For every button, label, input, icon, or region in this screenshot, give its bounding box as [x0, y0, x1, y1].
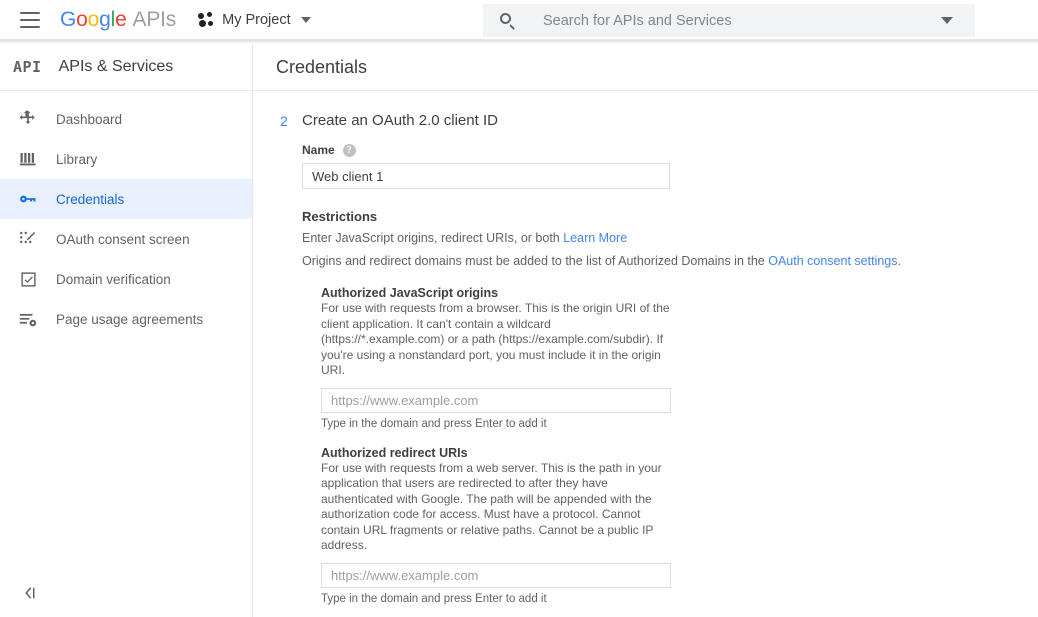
sidebar-item-domain-verification[interactable]: Domain verification [0, 259, 252, 299]
name-input[interactable] [302, 163, 670, 189]
sidebar-item-label: Domain verification [56, 271, 171, 287]
project-selector[interactable]: My Project [194, 5, 315, 35]
authorized-redirect-uris-section: Authorized redirect URIs For use with re… [321, 446, 922, 605]
name-field-label: Name ? [302, 143, 922, 157]
hamburger-bar [20, 25, 40, 28]
page-header: Credentials [254, 44, 1038, 91]
main-content: Credentials 2 Create an OAuth 2.0 client… [254, 44, 1038, 617]
sidebar-item-page-usage-agreements[interactable]: Page usage agreements [0, 299, 252, 339]
logo-letter-g: G [60, 7, 77, 31]
collapse-sidebar-icon[interactable] [14, 577, 46, 609]
top-bar: Google APIs My Project [0, 0, 1038, 40]
project-dots-icon [198, 12, 215, 27]
step-number: 2 [280, 113, 288, 129]
restrictions-line-2-period: . [897, 254, 901, 268]
restrictions-line-2: Origins and redirect domains must be add… [302, 253, 922, 270]
step-row: 2 Create an OAuth 2.0 client ID Name ? R… [280, 111, 1038, 617]
key-icon [17, 188, 39, 210]
js-origins-title: Authorized JavaScript origins [321, 286, 499, 300]
search-dropdown-chevron-icon[interactable] [941, 17, 953, 24]
sidebar-item-credentials[interactable]: Credentials [0, 179, 252, 219]
oauth-client-form: 2 Create an OAuth 2.0 client ID Name ? R… [254, 91, 1038, 617]
redirect-uris-hint: Type in the domain and press Enter to ad… [321, 592, 547, 605]
consent-screen-icon [17, 228, 39, 250]
step-title: Create an OAuth 2.0 client ID [302, 112, 498, 129]
js-origins-input[interactable] [321, 387, 671, 413]
hamburger-bar [20, 11, 40, 14]
sidebar-header: API APIs & Services [0, 44, 252, 91]
dashboard-icon [17, 108, 39, 130]
sidebar-item-label: OAuth consent screen [56, 231, 190, 247]
google-apis-logo[interactable]: Google APIs [60, 8, 176, 32]
logo-letter-o1: o [76, 7, 88, 31]
logo-letter-g2: g [99, 7, 111, 31]
step-body: Create an OAuth 2.0 client ID Name ? Res… [302, 111, 922, 617]
oauth-consent-settings-link[interactable]: OAuth consent settings [768, 254, 897, 268]
sidebar-title: APIs & Services [58, 58, 174, 75]
restrictions-line-1-text: Enter JavaScript origins, redirect URIs,… [302, 231, 564, 245]
restrictions-line-1: Enter JavaScript origins, redirect URIs,… [302, 230, 922, 247]
logo-letter-e: e [115, 7, 127, 31]
sidebar-item-dashboard[interactable]: Dashboard [0, 99, 252, 139]
redirect-uris-input[interactable] [321, 562, 671, 588]
app-root: Google APIs My Project API APIs & Servic… [0, 0, 1038, 617]
checkbox-icon [17, 268, 39, 290]
sidebar-nav: Dashboard Library Credentials OAuth cons… [0, 91, 252, 339]
sidebar-item-oauth-consent-screen[interactable]: OAuth consent screen [0, 219, 252, 259]
api-logo-icon: API [13, 58, 42, 76]
search-input[interactable] [543, 12, 941, 29]
page-title: Credentials [276, 56, 368, 77]
hamburger-bar [20, 18, 40, 21]
name-label-text: Name [302, 143, 335, 157]
restrictions-title: Restrictions [302, 209, 378, 224]
sidebar: API APIs & Services Dashboard Library Cr… [0, 44, 253, 617]
sidebar-item-label: Dashboard [56, 111, 123, 127]
list-settings-icon [17, 308, 39, 330]
js-origins-description: For use with requests from a browser. Th… [321, 301, 670, 377]
help-icon[interactable]: ? [342, 143, 356, 157]
redirect-uris-title: Authorized redirect URIs [321, 445, 468, 460]
chevron-down-icon [300, 16, 311, 23]
js-origins-hint: Type in the domain and press Enter to ad… [321, 417, 547, 430]
redirect-uris-description: For use with requests from a web server.… [321, 460, 662, 553]
library-icon [17, 148, 39, 170]
project-name-label: My Project [222, 11, 291, 28]
sidebar-item-label: Library [56, 151, 98, 167]
logo-letter-o2: o [87, 7, 100, 31]
sidebar-item-label: Page usage agreements [56, 311, 204, 327]
sidebar-item-label: Credentials [56, 191, 125, 207]
learn-more-link[interactable]: Learn More [563, 231, 627, 245]
hamburger-menu-icon[interactable] [20, 11, 40, 28]
authorized-javascript-origins-section: Authorized JavaScript origins For use wi… [321, 286, 922, 430]
restrictions-line-2-text: Origins and redirect domains must be add… [302, 254, 769, 268]
search-bar[interactable] [483, 4, 975, 37]
search-icon [499, 12, 517, 30]
logo-apis-text: APIs [132, 7, 177, 31]
sidebar-item-library[interactable]: Library [0, 139, 252, 179]
